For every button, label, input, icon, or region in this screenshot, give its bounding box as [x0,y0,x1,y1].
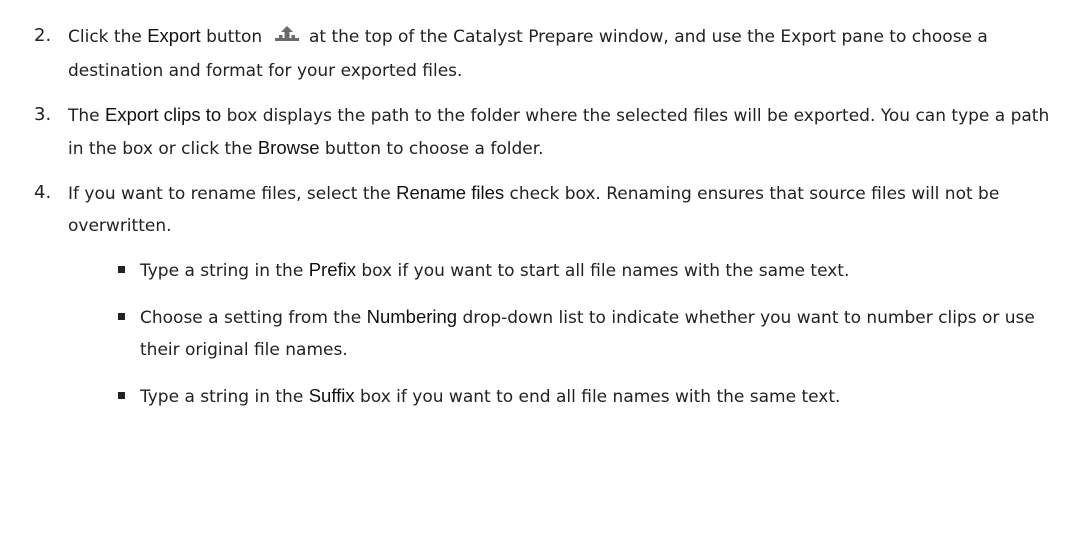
instructions-page: 2. Click the Export button at the top of… [0,0,1086,533]
step-2: 2. Click the Export button at the top of… [34,20,1062,87]
step-number: 4. [34,182,52,203]
step-text: button to choose a folder. [319,139,544,159]
bullet-text: box if you want to start all file names … [355,261,850,281]
ui-term-suffix: Suffix [308,385,355,406]
step-text: Click the [68,27,148,47]
step-number: 3. [34,104,52,125]
bullet-text: Type a string in the [140,261,309,281]
ui-term-export-clips-to: Export clips to [105,104,222,125]
bullet-square-icon [118,392,125,399]
export-upload-icon [272,23,302,55]
ui-term-numbering: Numbering [366,306,458,327]
ui-term-prefix: Prefix [308,259,356,280]
ui-term-browse: Browse [257,137,320,158]
step-text: button [200,27,268,47]
ui-term-rename-files: Rename files [396,182,505,203]
list-item-numbering: Choose a setting from the Numbering drop… [34,301,1062,366]
bullet-text: box if you want to end all file names wi… [354,387,841,407]
step-text: If you want to rename files, select the [68,184,397,204]
bullet-square-icon [118,266,125,273]
ui-term-export: Export [147,25,201,46]
list-item-suffix: Type a string in the Suffix box if you w… [34,380,1062,413]
step-text: The [68,106,106,126]
step-number: 2. [34,25,52,46]
bullet-square-icon [118,313,125,320]
bullet-text: Choose a setting from the [140,308,367,328]
bullet-text: Type a string in the [140,387,309,407]
list-item-prefix: Type a string in the Prefix box if you w… [34,254,1062,287]
step-4: 4. If you want to rename files, select t… [34,177,1062,242]
step-3: 3. The Export clips to box displays the … [34,99,1062,165]
rename-options-list: Type a string in the Prefix box if you w… [34,254,1062,413]
